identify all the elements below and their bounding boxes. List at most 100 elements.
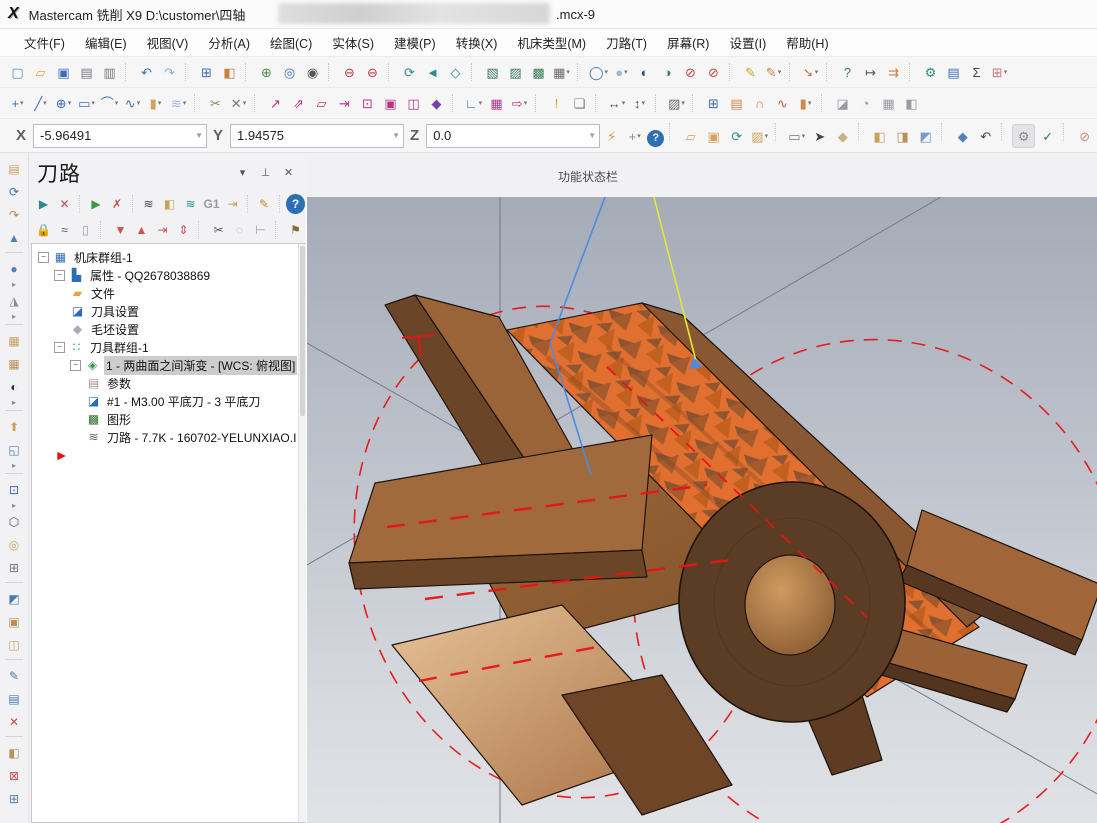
break-button[interactable]: ✕▾: [228, 92, 249, 114]
selection-window-button-caret[interactable]: ▾: [802, 133, 806, 140]
create-surface-button-caret[interactable]: ▾: [183, 100, 187, 107]
tree-expander[interactable]: −: [54, 270, 65, 281]
flyout-arrow-4[interactable]: ▸: [12, 461, 16, 470]
post-tree-button[interactable]: ⊢: [251, 220, 270, 240]
toggle-toolpath-display-button[interactable]: ≈: [55, 220, 74, 240]
save-button[interactable]: ▣: [53, 61, 74, 83]
menu-item-4[interactable]: 分析(A): [198, 29, 260, 56]
fastpoint-button[interactable]: ⚡: [601, 125, 622, 147]
selection-window-button[interactable]: ▭▾: [786, 125, 807, 147]
frame-select-button[interactable]: ⊡: [3, 479, 25, 500]
gview-iso-button[interactable]: ▦▾: [551, 61, 572, 83]
dark-lens-button[interactable]: ◐: [3, 376, 25, 397]
cube-corner-button[interactable]: ◱: [3, 439, 25, 460]
create-line-button-caret[interactable]: ▾: [43, 100, 47, 107]
xform-dynamic-button[interactable]: ▱: [311, 92, 332, 114]
goto-reference-button-caret[interactable]: ▾: [524, 100, 528, 107]
regen-dirty-button[interactable]: ✗: [108, 194, 127, 214]
create-circle-button[interactable]: ⊕▾: [53, 92, 74, 114]
regen-selected-button[interactable]: ▶: [87, 194, 106, 214]
panel-help-button[interactable]: ?: [286, 194, 305, 214]
rotate-clipboard-button[interactable]: ⟳: [3, 181, 25, 202]
goto-reference-button[interactable]: ⇨▾: [509, 92, 530, 114]
select-mixed-button[interactable]: ◆: [952, 125, 973, 147]
gview-entity-button[interactable]: ◇: [445, 61, 466, 83]
book-delete-button[interactable]: ✕: [3, 711, 25, 732]
cube-section-button[interactable]: ◧: [3, 742, 25, 763]
solid-chamfer-button[interactable]: ◪: [832, 92, 853, 114]
tree-label[interactable]: 刀路 - 7.7K - 160702-YELUNXIAO.I: [105, 428, 298, 447]
layout-grid-button-caret[interactable]: ▾: [1004, 69, 1008, 76]
tree-item[interactable]: −▦机床群组-1: [32, 248, 306, 266]
tree-item[interactable]: ◆毛坯设置: [32, 320, 306, 338]
backplot-button[interactable]: ≋: [139, 194, 158, 214]
create-point-button-caret[interactable]: ▾: [20, 100, 24, 107]
menu-item-6[interactable]: 实体(S): [322, 29, 384, 56]
dim-horizontal-button[interactable]: ↔▾: [606, 92, 627, 114]
menu-item-1[interactable]: 文件(F): [14, 29, 75, 56]
tree-label[interactable]: 图形: [105, 410, 133, 429]
analyze-distance-button[interactable]: ↦: [860, 61, 881, 83]
xform-array-button[interactable]: ▦: [486, 92, 507, 114]
menu-item-13[interactable]: 帮助(H): [776, 29, 838, 56]
xform-gradient-button[interactable]: ◆: [426, 92, 447, 114]
x-coordinate-input[interactable]: [33, 124, 207, 148]
tree-item[interactable]: ◪#1 - M3.00 平底刀 - 3 平底刀: [32, 392, 306, 410]
verify-edit-button[interactable]: ✓: [1037, 125, 1058, 147]
tree-item[interactable]: −◈1 - 两曲面之间渐变 - [WCS: 俯视图]: [32, 356, 306, 374]
flyout-arrow-3[interactable]: ▸: [12, 398, 16, 407]
stock-display-button[interactable]: ▨▾: [749, 125, 770, 147]
surface-flat-button[interactable]: ▤: [726, 92, 747, 114]
help-button[interactable]: ?: [647, 130, 664, 147]
open-file-button[interactable]: ▱: [30, 61, 51, 83]
restore-ops-button[interactable]: ▤: [3, 158, 25, 179]
wcs-axes-button[interactable]: ∟▾: [463, 92, 484, 114]
analyze-angle-button-caret[interactable]: ▾: [815, 69, 819, 76]
tree-expander[interactable]: −: [38, 252, 49, 263]
surface-swept-button[interactable]: ∿: [772, 92, 793, 114]
tree-expander[interactable]: −: [70, 360, 81, 371]
dim-vertical-button[interactable]: ↕▾: [629, 92, 650, 114]
menu-item-3[interactable]: 视图(V): [137, 29, 199, 56]
rotate-view-button[interactable]: ⟳: [399, 61, 420, 83]
split-select-button[interactable]: ◩: [3, 588, 25, 609]
tree-label[interactable]: 属性 - QQ2678038869: [88, 266, 212, 285]
surface-revolve-button-caret[interactable]: ▾: [808, 100, 812, 107]
z-coordinate-input[interactable]: [426, 124, 600, 148]
surface-dome-button[interactable]: ∩: [749, 92, 770, 114]
select-all-ops-button[interactable]: ▶: [34, 194, 53, 214]
plane-a-button[interactable]: ◮: [3, 290, 25, 311]
y-coordinate-input[interactable]: [230, 124, 404, 148]
tree-item[interactable]: ▰文件: [32, 284, 306, 302]
menu-item-7[interactable]: 建模(P): [384, 29, 446, 56]
gview-front-button[interactable]: ▨: [505, 61, 526, 83]
shaded-mode-button-caret[interactable]: ▾: [624, 69, 628, 76]
create-rectangle-button-caret[interactable]: ▾: [91, 100, 95, 107]
undo-button[interactable]: ↶: [136, 61, 157, 83]
hatch-button[interactable]: ▨▾: [666, 92, 687, 114]
select-polygon-button[interactable]: ▱: [680, 125, 701, 147]
create-circle-button-caret[interactable]: ▾: [68, 100, 72, 107]
graphics-viewport[interactable]: [306, 197, 1097, 823]
edit-toolpath-button[interactable]: ✎: [255, 194, 274, 214]
cube-remove-button[interactable]: ⊠: [3, 765, 25, 786]
repaint-button[interactable]: ◧: [219, 61, 240, 83]
zoom-out-080-button[interactable]: ⊖: [339, 61, 360, 83]
menu-item-5[interactable]: 绘图(C): [260, 29, 322, 56]
surface-blob-button[interactable]: ●: [3, 258, 25, 279]
summary-sigma-button[interactable]: Σ: [966, 61, 987, 83]
gnomon-button-caret[interactable]: ▾: [637, 133, 641, 140]
pin-icon[interactable]: ⊥: [255, 162, 276, 184]
create-surface-button[interactable]: ≋▾: [168, 92, 189, 114]
settings-gears-button[interactable]: ⚙: [920, 61, 941, 83]
fit-screen-button[interactable]: ⊞: [196, 61, 217, 83]
xform-project-button[interactable]: ⊡: [357, 92, 378, 114]
tree-label[interactable]: #1 - M3.00 平底刀 - 3 平底刀: [105, 392, 262, 411]
zoom-out-button[interactable]: ⊖: [362, 61, 383, 83]
insert-after-button[interactable]: ⇥: [153, 220, 172, 240]
move-down-button[interactable]: ▼: [111, 220, 130, 240]
create-spline-button-caret[interactable]: ▾: [137, 100, 141, 107]
unselect-all-ops-button[interactable]: ✕: [55, 194, 74, 214]
scroll-insert-button[interactable]: ⇕: [174, 220, 193, 240]
recalc-circle-button[interactable]: ◌: [230, 220, 249, 240]
